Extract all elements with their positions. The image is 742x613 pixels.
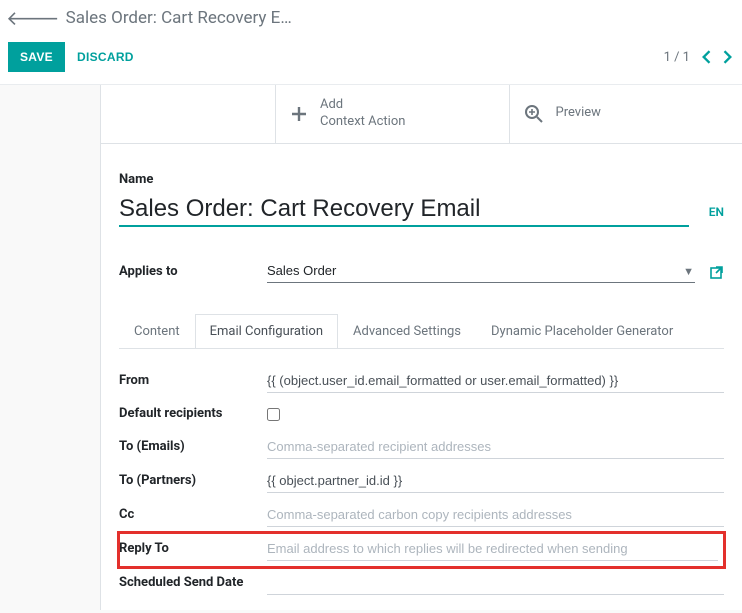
- save-button[interactable]: SAVE: [8, 42, 65, 72]
- default-recipients-checkbox[interactable]: [267, 408, 280, 421]
- applies-to-input[interactable]: [267, 261, 695, 283]
- default-recipients-row: Default recipients: [119, 399, 724, 431]
- reply-to-row: Reply To: [119, 533, 724, 567]
- plus-icon: [290, 105, 308, 123]
- pager-next-icon[interactable]: [722, 50, 734, 64]
- pager: 1 / 1: [664, 50, 734, 65]
- toolbar: SAVE DISCARD 1 / 1: [0, 36, 742, 85]
- reply-to-input[interactable]: [267, 539, 718, 561]
- zoom-icon: [524, 104, 544, 124]
- pager-text: 1 / 1: [664, 50, 690, 65]
- to-emails-input[interactable]: [267, 437, 724, 459]
- discard-button[interactable]: DISCARD: [65, 42, 146, 72]
- scheduled-date-input[interactable]: [267, 573, 724, 595]
- pager-prev-icon[interactable]: [700, 50, 712, 64]
- external-link-icon[interactable]: [710, 265, 724, 279]
- main-panel: Add Context Action Preview Name EN Appli…: [100, 85, 742, 610]
- form-body: Name EN Applies to ▼ Content Email Confi: [101, 144, 742, 611]
- config-fields: From Default recipients To (Emails) To (…: [119, 349, 724, 601]
- to-partners-row: To (Partners): [119, 465, 724, 499]
- add-context-label: Add Context Action: [320, 97, 405, 131]
- default-recipients-label: Default recipients: [119, 406, 267, 423]
- to-partners-label: To (Partners): [119, 473, 267, 490]
- breadcrumb: 🡐 Sales Order: Cart Recovery E…: [0, 0, 742, 36]
- from-label: From: [119, 373, 267, 390]
- preview-button[interactable]: Preview: [510, 85, 742, 143]
- applies-to-row: Applies to ▼: [119, 261, 724, 283]
- from-row: From: [119, 365, 724, 399]
- to-emails-row: To (Emails): [119, 431, 724, 465]
- to-emails-label: To (Emails): [119, 439, 267, 456]
- actions-row: Add Context Action Preview: [101, 85, 742, 144]
- breadcrumb-title: Sales Order: Cart Recovery E…: [66, 8, 292, 28]
- to-partners-input[interactable]: [267, 471, 724, 493]
- actions-spacer: [101, 85, 276, 143]
- applies-to-label: Applies to: [119, 264, 267, 279]
- tab-dynamic-placeholder[interactable]: Dynamic Placeholder Generator: [476, 314, 688, 349]
- tabs: Content Email Configuration Advanced Set…: [119, 313, 724, 349]
- lang-badge[interactable]: EN: [709, 205, 724, 225]
- name-input-wrap: EN: [119, 193, 724, 227]
- cc-input[interactable]: [267, 505, 724, 527]
- name-label: Name: [119, 172, 724, 187]
- cc-row: Cc: [119, 499, 724, 533]
- tab-advanced-settings[interactable]: Advanced Settings: [338, 314, 476, 349]
- name-input[interactable]: [119, 193, 689, 227]
- from-input[interactable]: [267, 371, 724, 393]
- add-context-action-button[interactable]: Add Context Action: [276, 85, 510, 143]
- preview-label: Preview: [556, 105, 601, 122]
- reply-to-label: Reply To: [119, 541, 267, 558]
- cc-label: Cc: [119, 507, 267, 524]
- tab-email-configuration[interactable]: Email Configuration: [195, 314, 338, 349]
- back-arrow-icon[interactable]: 🡐: [6, 8, 60, 28]
- scheduled-date-row: Scheduled Send Date: [119, 567, 724, 601]
- scheduled-date-label: Scheduled Send Date: [119, 575, 267, 592]
- tab-content[interactable]: Content: [119, 314, 195, 349]
